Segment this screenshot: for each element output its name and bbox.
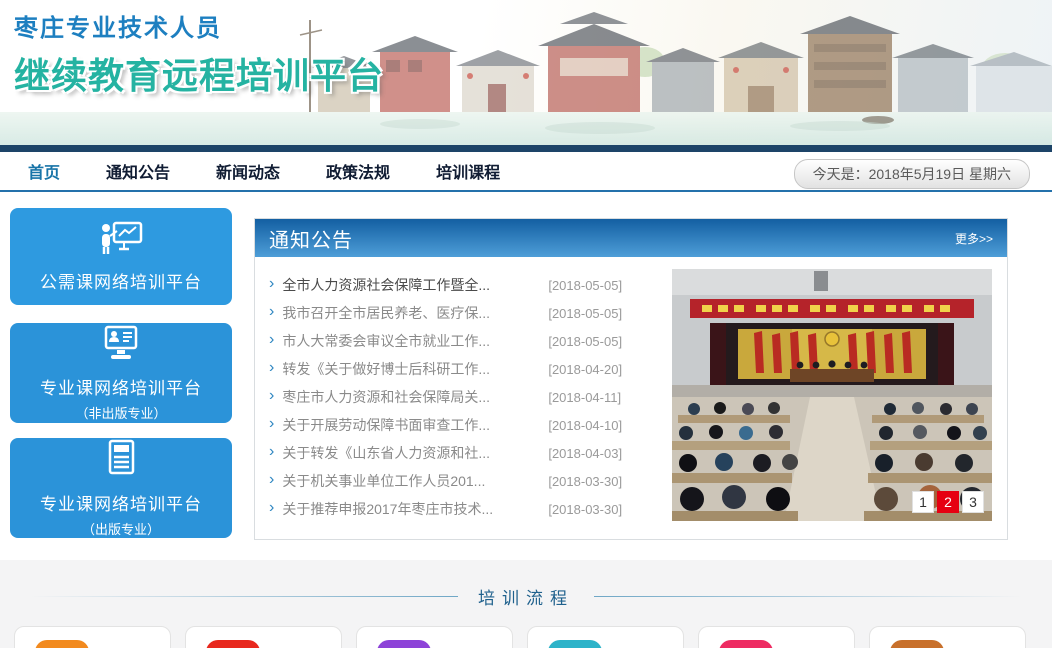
news-title[interactable]: 关于开展劳动保障书面审查工作... xyxy=(282,415,532,435)
carousel-pagination: 1 2 3 xyxy=(912,491,984,513)
notice-panel: 通知公告 更多>> › 全市人力资源社会保障工作暨全... [2018-05-05]… xyxy=(254,218,1008,540)
news-title[interactable]: 市人大常委会审议全市就业工作... xyxy=(282,331,532,351)
site-title-line2: 继续教育远程培训平台 xyxy=(14,47,384,99)
chevron-right-icon: › xyxy=(269,415,274,433)
training-process-title: 培训流程 xyxy=(478,584,574,609)
process-step-6[interactable]: 06 xyxy=(869,626,1026,648)
chevron-right-icon: › xyxy=(269,499,274,517)
meeting-photo xyxy=(672,269,992,521)
nav-item-policies[interactable]: 政策法规 xyxy=(326,159,390,183)
news-date: [2018-05-05] xyxy=(548,306,622,321)
news-title[interactable]: 我市召开全市居民养老、医疗保... xyxy=(282,303,532,323)
chevron-right-icon: › xyxy=(269,359,274,377)
news-date: [2018-03-30] xyxy=(548,474,622,489)
top-divider-bar xyxy=(0,145,1052,152)
news-date: [2018-04-20] xyxy=(548,362,622,377)
chevron-right-icon: › xyxy=(269,303,274,321)
news-item[interactable]: › 全市人力资源社会保障工作暨全... [2018-05-05] xyxy=(267,271,672,299)
more-link[interactable]: 更多>> xyxy=(955,230,993,247)
process-step-4[interactable]: 04 xyxy=(527,626,684,648)
nav-item-news[interactable]: 新闻动态 xyxy=(216,159,280,183)
main-nav: 首页 通知公告 新闻动态 政策法规 培训课程 今天是：2018年5月19日 星期… xyxy=(0,152,1052,192)
chevron-right-icon: › xyxy=(269,443,274,461)
news-item[interactable]: › 关于机关事业单位工作人员201... [2018-03-30] xyxy=(267,467,672,495)
chevron-right-icon: › xyxy=(269,471,274,489)
news-title[interactable]: 关于推荐申报2017年枣庄市技术... xyxy=(282,499,532,519)
news-title[interactable]: 全市人力资源社会保障工作暨全... xyxy=(282,275,532,295)
news-title[interactable]: 关于转发《山东省人力资源和社... xyxy=(282,443,532,463)
date-display: 今天是：2018年5月19日 星期六 xyxy=(794,159,1030,189)
public-course-platform-button[interactable]: 公需课网络培训平台 xyxy=(10,208,232,305)
site-title-line1: 枣庄专业技术人员 xyxy=(14,8,384,43)
step-3-icon xyxy=(377,640,431,648)
process-step-1[interactable]: 01 xyxy=(14,626,171,648)
news-date: [2018-03-30] xyxy=(548,502,622,517)
news-item[interactable]: › 关于开展劳动保障书面审查工作... [2018-04-10] xyxy=(267,411,672,439)
news-date: [2018-04-10] xyxy=(548,418,622,433)
process-step-3[interactable]: 03 xyxy=(356,626,513,648)
news-item[interactable]: › 转发《关于做好博士后科研工作... [2018-04-20] xyxy=(267,355,672,383)
notice-panel-header: 通知公告 更多>> xyxy=(255,219,1007,257)
chevron-right-icon: › xyxy=(269,387,274,405)
sidebar-button-label: 公需课网络培训平台 xyxy=(40,268,202,293)
news-photo-carousel[interactable]: 1 2 3 xyxy=(672,269,992,521)
notice-panel-body: › 全市人力资源社会保障工作暨全... [2018-05-05] › 我市召开全市居民… xyxy=(255,257,1007,539)
news-item[interactable]: › 关于转发《山东省人力资源和社... [2018-04-03] xyxy=(267,439,672,467)
header-banner: 枣庄专业技术人员 继续教育远程培训平台 xyxy=(0,0,1052,145)
news-document-icon xyxy=(101,439,141,482)
nav-item-home[interactable]: 首页 xyxy=(28,159,60,183)
training-process-section: 培训流程 01 02 03 04 05 xyxy=(0,560,1052,648)
divider-line-left xyxy=(30,596,458,597)
carousel-page-3[interactable]: 3 xyxy=(962,491,984,513)
news-date: [2018-04-03] xyxy=(548,446,622,461)
sidebar-button-label: 专业课网络培训平台 xyxy=(40,374,202,399)
news-title[interactable]: 关于机关事业单位工作人员201... xyxy=(282,471,532,491)
news-item[interactable]: › 枣庄市人力资源和社会保障局关... [2018-04-11] xyxy=(267,383,672,411)
news-item[interactable]: › 市人大常委会审议全市就业工作... [2018-05-05] xyxy=(267,327,672,355)
divider-line-right xyxy=(594,596,1022,597)
chevron-right-icon: › xyxy=(269,275,274,293)
news-title[interactable]: 转发《关于做好博士后科研工作... xyxy=(282,359,532,379)
news-date: [2018-05-05] xyxy=(548,278,622,293)
news-title[interactable]: 枣庄市人力资源和社会保障局关... xyxy=(282,387,532,407)
sidebar-button-label: 专业课网络培训平台 xyxy=(40,490,202,515)
page: 枣庄专业技术人员 继续教育远程培训平台 首页 通知公告 新闻动态 政策法规 培训… xyxy=(0,0,1052,648)
carousel-page-2[interactable]: 2 xyxy=(937,491,959,513)
process-step-5[interactable]: 05 xyxy=(698,626,855,648)
news-list: › 全市人力资源社会保障工作暨全... [2018-05-05] › 我市召开全市居民… xyxy=(267,269,672,523)
professional-course-platform-button[interactable]: 专业课网络培训平台 （非出版专业） xyxy=(10,323,232,423)
carousel-page-1[interactable]: 1 xyxy=(912,491,934,513)
process-steps: 01 02 03 04 05 06 xyxy=(0,626,1052,648)
news-date: [2018-05-05] xyxy=(548,334,622,349)
news-item[interactable]: › 关于推荐申报2017年枣庄市技术... [2018-03-30] xyxy=(267,495,672,523)
sidebar-button-sublabel: （出版专业） xyxy=(82,519,160,538)
presenter-board-icon xyxy=(98,221,144,260)
step-5-icon xyxy=(719,640,773,648)
training-process-header: 培训流程 xyxy=(0,584,1052,609)
step-2-icon xyxy=(206,640,260,648)
sidebar-button-sublabel: （非出版专业） xyxy=(75,403,166,422)
news-date: [2018-04-11] xyxy=(548,390,621,405)
step-6-icon xyxy=(890,640,944,648)
publishing-course-platform-button[interactable]: 专业课网络培训平台 （出版专业） xyxy=(10,438,232,538)
step-4-icon xyxy=(548,640,602,648)
step-1-icon xyxy=(35,640,89,648)
notice-panel-title: 通知公告 xyxy=(269,224,353,253)
process-step-2[interactable]: 02 xyxy=(185,626,342,648)
chevron-right-icon: › xyxy=(269,331,274,349)
nav-item-notices[interactable]: 通知公告 xyxy=(106,159,170,183)
main-content: 公需课网络培训平台 专业课网络培训平台 （非出版专 xyxy=(0,192,1052,540)
news-item[interactable]: › 我市召开全市居民养老、医疗保... [2018-05-05] xyxy=(267,299,672,327)
nav-item-courses[interactable]: 培训课程 xyxy=(436,159,500,183)
monitor-profile-icon xyxy=(99,325,143,366)
sidebar: 公需课网络培训平台 专业课网络培训平台 （非出版专 xyxy=(10,208,232,540)
